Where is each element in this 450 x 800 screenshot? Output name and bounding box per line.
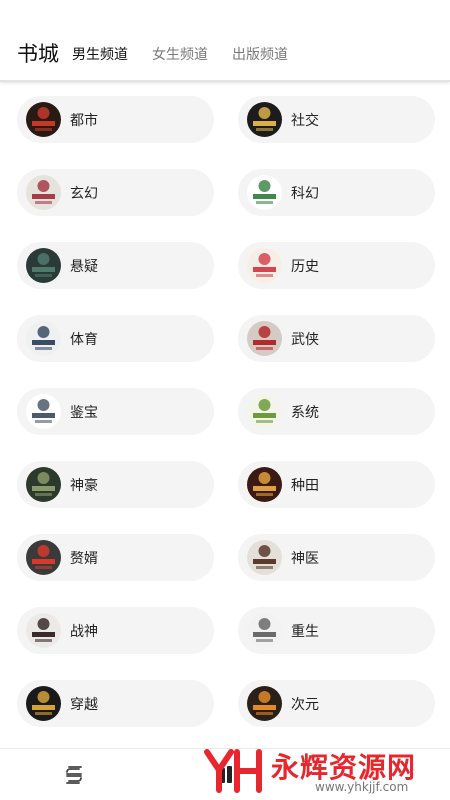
book-cover-avatar	[247, 321, 282, 356]
category-item[interactable]: 重生	[238, 607, 435, 654]
category-item[interactable]: 穿越	[17, 680, 214, 727]
category-item[interactable]: 赘婿	[17, 534, 214, 581]
category-label: 悬疑	[70, 259, 98, 275]
book-cover-avatar	[247, 540, 282, 575]
category-label: 历史	[291, 259, 319, 275]
category-label: 鉴宝	[70, 405, 98, 421]
category-item[interactable]: 玄幻	[17, 169, 214, 216]
book-cover-avatar	[26, 540, 61, 575]
category-item[interactable]: 都市	[17, 96, 214, 143]
book-cover-avatar	[26, 613, 61, 648]
category-item[interactable]: 社交	[238, 96, 435, 143]
category-item[interactable]: 科幻	[238, 169, 435, 216]
category-label: 玄幻	[70, 186, 98, 202]
book-cover-avatar	[247, 102, 282, 137]
top-header: 书城 男生频道 女生频道 出版频道	[0, 0, 450, 82]
category-item[interactable]: 神医	[238, 534, 435, 581]
book-cover-avatar	[26, 394, 61, 429]
category-label: 穿越	[70, 697, 98, 713]
category-label: 体育	[70, 332, 98, 348]
watermark-url: www.yhkjjf.com	[315, 780, 409, 794]
book-cover-avatar	[26, 686, 61, 721]
category-label: 赘婿	[70, 551, 98, 567]
category-label: 都市	[70, 113, 98, 129]
channel-tabs: 男生频道 女生频道 出版频道	[72, 44, 312, 64]
tab-female-channel[interactable]: 女生频道	[152, 44, 208, 64]
category-item[interactable]: 系统	[238, 388, 435, 435]
category-item[interactable]: 种田	[238, 461, 435, 508]
category-label: 种田	[291, 478, 319, 494]
category-item[interactable]: 神豪	[17, 461, 214, 508]
category-label: 次元	[291, 697, 319, 713]
category-item[interactable]: 体育	[17, 315, 214, 362]
book-cover-avatar	[247, 686, 282, 721]
category-item[interactable]: 武侠	[238, 315, 435, 362]
category-item[interactable]: 历史	[238, 242, 435, 289]
category-label: 战神	[70, 624, 98, 640]
book-cover-avatar	[26, 175, 61, 210]
page-title: 书城	[17, 42, 59, 66]
book-cover-avatar	[26, 248, 61, 283]
book-cover-avatar	[247, 467, 282, 502]
category-label: 重生	[291, 624, 319, 640]
category-label: 神豪	[70, 478, 98, 494]
book-cover-avatar	[247, 175, 282, 210]
category-label: 科幻	[291, 186, 319, 202]
category-item[interactable]: 悬疑	[17, 242, 214, 289]
tab-male-channel[interactable]: 男生频道	[72, 44, 128, 64]
category-item[interactable]: 鉴宝	[17, 388, 214, 435]
category-label: 神医	[291, 551, 319, 567]
category-label: 社交	[291, 113, 319, 129]
category-label: 系统	[291, 405, 319, 421]
watermark-logo-icon	[204, 749, 262, 793]
tab-publish-channel[interactable]: 出版频道	[232, 44, 288, 64]
book-cover-avatar	[247, 394, 282, 429]
category-item[interactable]: 次元	[238, 680, 435, 727]
book-cover-avatar	[247, 613, 282, 648]
book-cover-avatar	[26, 102, 61, 137]
watermark: 永辉资源网 www.yhkjjf.com	[203, 744, 433, 798]
category-label: 武侠	[291, 332, 319, 348]
book-cover-avatar	[26, 321, 61, 356]
bookshelf-icon[interactable]	[62, 763, 86, 787]
category-item[interactable]: 战神	[17, 607, 214, 654]
book-cover-avatar	[26, 467, 61, 502]
book-cover-avatar	[247, 248, 282, 283]
